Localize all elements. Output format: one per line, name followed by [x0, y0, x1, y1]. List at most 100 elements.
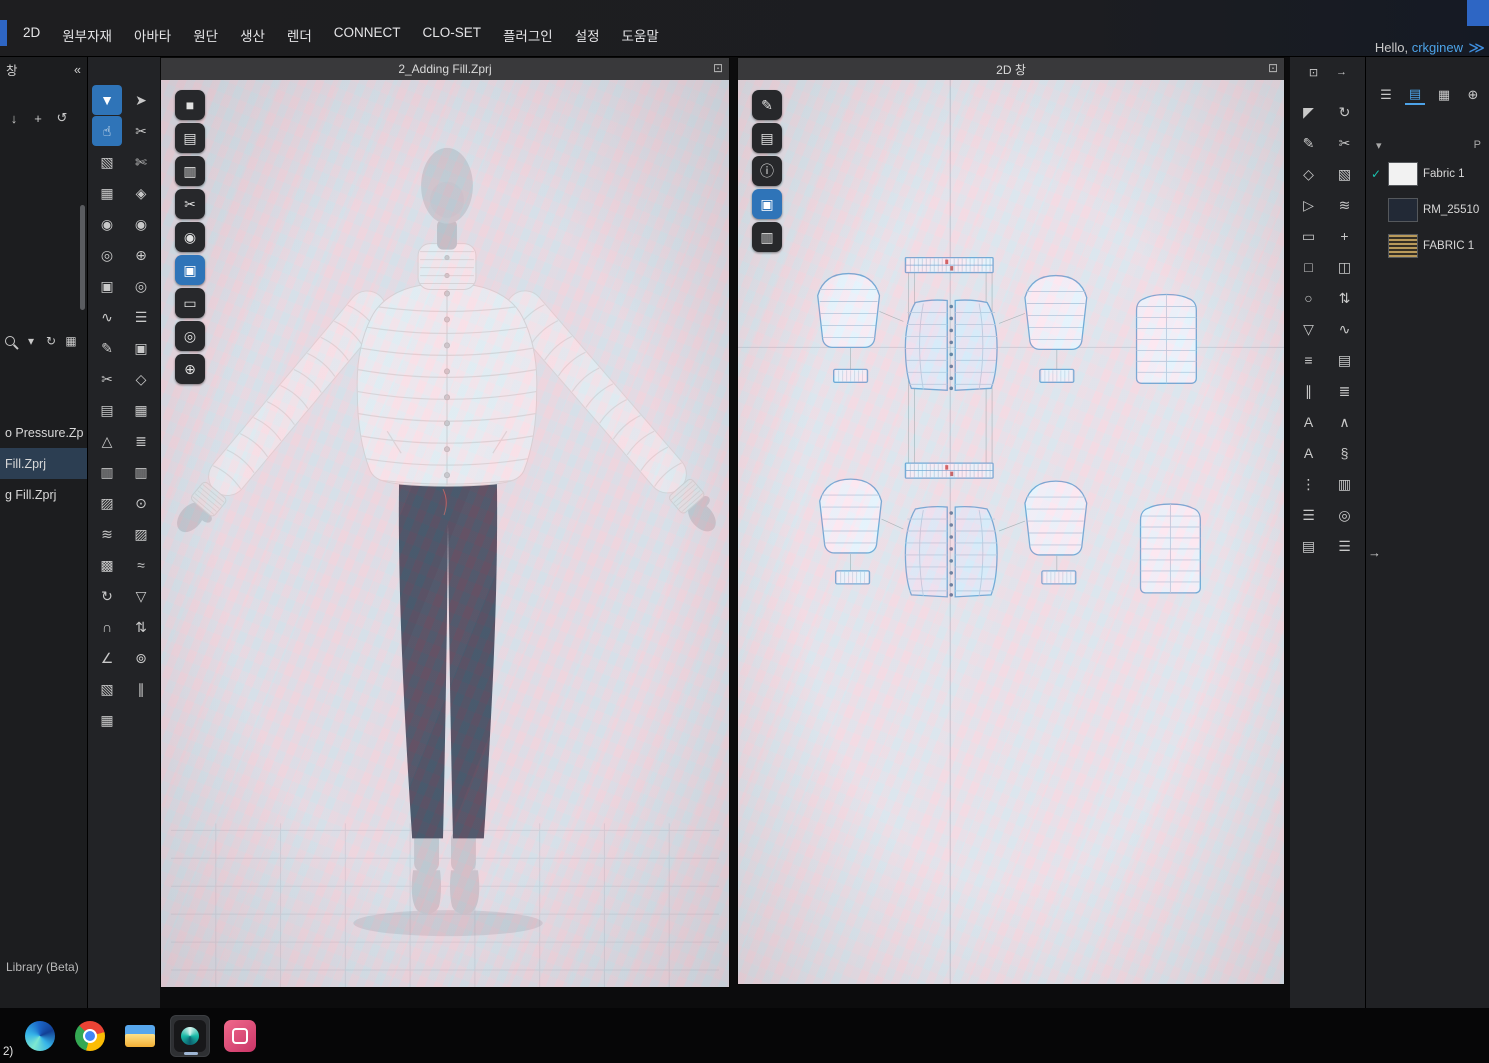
- menu-trims[interactable]: 원부자재: [51, 21, 123, 49]
- environment-icon[interactable]: ⊕: [175, 354, 205, 384]
- section-caret-icon[interactable]: ▾: [1376, 139, 1382, 152]
- menu-2d[interactable]: 2D: [12, 21, 51, 49]
- undo-icon[interactable]: ↺: [52, 108, 72, 128]
- avatar-3d-render[interactable]: [161, 80, 729, 987]
- viewport-2d-canvas[interactable]: ✎▤ⓘ▣▥: [738, 80, 1284, 984]
- bind-icon[interactable]: ⊙: [126, 488, 156, 518]
- shoe-display-icon[interactable]: ▭: [175, 288, 205, 318]
- grading-icon[interactable]: ☰: [1294, 500, 1324, 530]
- fabric-layer-icon[interactable]: ▣: [752, 189, 782, 219]
- avatar-tape-icon[interactable]: ◈: [126, 178, 156, 208]
- pattern-back-top[interactable]: [1137, 295, 1197, 384]
- menu-help[interactable]: 도움말: [611, 21, 670, 49]
- mesh-select-icon[interactable]: ▦: [92, 178, 122, 208]
- simulate-icon[interactable]: ▼: [92, 85, 122, 115]
- avatar-display-icon[interactable]: ◉: [175, 222, 205, 252]
- edit-pattern-icon[interactable]: ✎: [1294, 128, 1324, 158]
- world-tab-icon[interactable]: ⊕: [1463, 85, 1483, 105]
- add-tool-icon[interactable]: +: [1330, 221, 1360, 251]
- texture-tab-icon[interactable]: ▦: [1434, 85, 1454, 105]
- texture-edit-icon[interactable]: ▤: [92, 395, 122, 425]
- scissor-tool-icon[interactable]: ✂: [175, 189, 205, 219]
- fabric-tab-icon[interactable]: ▤: [1405, 85, 1425, 105]
- tape-measure-icon[interactable]: ∩: [92, 612, 122, 642]
- pink-app-button[interactable]: [220, 1015, 260, 1057]
- view-cube-icon[interactable]: ■: [175, 90, 205, 120]
- pattern-sleeve-right-top[interactable]: [1025, 276, 1087, 350]
- show-pattern-icon[interactable]: ▥: [752, 222, 782, 252]
- grid-view-icon[interactable]: ▦: [62, 332, 80, 350]
- tack-icon[interactable]: ◎: [92, 240, 122, 270]
- panel-expand-icon[interactable]: →: [1368, 545, 1381, 560]
- pattern-cuff-right-bottom[interactable]: [1042, 571, 1076, 584]
- pattern-bodice-front-top[interactable]: [905, 300, 997, 390]
- menu-plugin[interactable]: 플러그인: [492, 21, 564, 49]
- mannequin-icon[interactable]: ◎: [126, 271, 156, 301]
- edge-browser-button[interactable]: [20, 1015, 60, 1057]
- mannequin-display-icon[interactable]: ◎: [175, 321, 205, 351]
- trim-cut-icon[interactable]: ✄: [126, 147, 156, 177]
- clone-layer-icon[interactable]: ▥: [92, 457, 122, 487]
- file-item[interactable]: o Pressure.Zp: [0, 417, 87, 448]
- transform-pattern-icon[interactable]: ◤: [1294, 97, 1324, 127]
- dart-tool-icon[interactable]: ▽: [1294, 314, 1324, 344]
- diamond-icon[interactable]: ◇: [126, 364, 156, 394]
- arrangement-icon[interactable]: ▣: [92, 271, 122, 301]
- triple-line-icon[interactable]: ≣: [1330, 376, 1360, 406]
- user-greeting[interactable]: Hello, crkginew: [1375, 40, 1463, 55]
- sort-caret-icon[interactable]: ▾: [22, 332, 40, 350]
- button-tool-icon[interactable]: ⊚: [126, 643, 156, 673]
- menu-production[interactable]: 생산: [229, 21, 276, 49]
- flatten-icon[interactable]: △: [92, 426, 122, 456]
- zipper-icon[interactable]: ⇅: [126, 612, 156, 642]
- pattern-collar-bottom[interactable]: [905, 463, 993, 478]
- grid-icon[interactable]: ▦: [126, 395, 156, 425]
- box-select-icon[interactable]: ▧: [92, 147, 122, 177]
- dock-icon[interactable]: ⊡: [1305, 63, 1323, 81]
- fabric-swatch[interactable]: [1388, 162, 1418, 186]
- panel-tool-icon[interactable]: ▤: [1330, 345, 1360, 375]
- stitch-lines-icon[interactable]: ≣: [126, 426, 156, 456]
- show-garment-icon[interactable]: ▥: [175, 156, 205, 186]
- text-tool-icon[interactable]: A: [1294, 407, 1324, 437]
- viewport-3d-titlebar[interactable]: 2_Adding Fill.Zprj ⊡: [161, 58, 729, 80]
- pattern-collar-top[interactable]: [905, 258, 993, 273]
- menu-settings[interactable]: 설정: [564, 21, 611, 49]
- pattern-sleeve-left-top[interactable]: [818, 274, 880, 348]
- garment-pack-icon[interactable]: ▦: [92, 705, 122, 735]
- seam-allowance-icon[interactable]: ∥: [1294, 376, 1324, 406]
- file-item[interactable]: g Fill.Zprj: [0, 479, 87, 510]
- viewport-3d-canvas[interactable]: ■▤▥✂◉▣▭◎⊕: [161, 80, 729, 987]
- fabric-list-item[interactable]: ✓ Fabric 1: [1366, 156, 1489, 192]
- fabric-list-item[interactable]: RM_25510: [1366, 192, 1489, 228]
- size-list-icon[interactable]: ☰: [126, 302, 156, 332]
- file-explorer-button[interactable]: [120, 1015, 160, 1057]
- curve-tool-icon[interactable]: ∿: [1330, 314, 1360, 344]
- list-icon[interactable]: ☰: [1330, 531, 1360, 561]
- sync-icon[interactable]: ↻: [1330, 97, 1360, 127]
- fabric-swatch[interactable]: [1388, 198, 1418, 222]
- pattern-bodice-front-bottom[interactable]: [905, 507, 997, 597]
- checkmark-icon[interactable]: ✓: [1369, 167, 1383, 181]
- info-icon[interactable]: ⓘ: [752, 156, 782, 186]
- section-icon[interactable]: §: [1330, 438, 1360, 468]
- shade-icon[interactable]: ▧: [1330, 159, 1360, 189]
- chrome-browser-button[interactable]: [70, 1015, 110, 1057]
- measure-chart-icon[interactable]: ∿: [92, 302, 122, 332]
- zigzag-icon[interactable]: ∧: [1330, 407, 1360, 437]
- hatch-tool-icon[interactable]: ⋮: [1294, 469, 1324, 499]
- pleat-icon[interactable]: ▥: [126, 457, 156, 487]
- fabric-list-item[interactable]: FABRIC 1: [1366, 228, 1489, 264]
- menu-render[interactable]: 렌더: [276, 21, 323, 49]
- menu-avatar[interactable]: 아바타: [123, 21, 182, 49]
- wave-tool-icon[interactable]: ≋: [1330, 190, 1360, 220]
- hanger-icon[interactable]: ⊕: [126, 240, 156, 270]
- collapse-panel-icon[interactable]: «: [74, 63, 81, 77]
- mirror-tool-icon[interactable]: ◫: [1330, 252, 1360, 282]
- piping-icon[interactable]: ∥: [126, 674, 156, 704]
- pattern-sleeve-left-bottom[interactable]: [820, 479, 882, 553]
- target-icon[interactable]: ◎: [1330, 500, 1360, 530]
- puffer-icon[interactable]: ▨: [126, 519, 156, 549]
- undock-window-icon[interactable]: ⊡: [1268, 61, 1278, 75]
- undock-window-icon[interactable]: ⊡: [713, 61, 723, 75]
